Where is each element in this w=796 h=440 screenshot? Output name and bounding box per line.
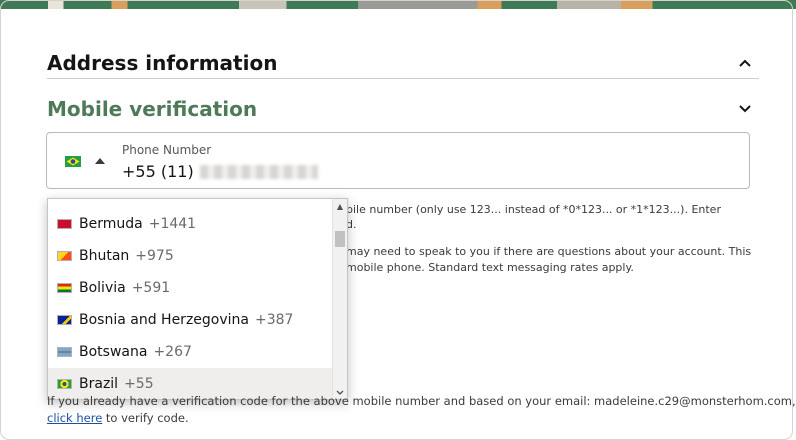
verification-notice-rest: to verify code. [102, 411, 189, 425]
brazil-flag-icon [65, 155, 81, 167]
help-text-line-1: bile number (only use 123... instead of … [346, 203, 721, 216]
mobile-section-header[interactable]: Mobile verification [47, 94, 759, 124]
country-option-bhutan[interactable]: Bhutan +975 [48, 240, 332, 272]
brazil-flag-icon [57, 379, 72, 389]
caret-up-icon [95, 158, 105, 164]
bolivia-flag-icon [57, 283, 72, 293]
chevron-down-icon[interactable] [731, 99, 759, 119]
chevron-up-icon[interactable] [731, 53, 759, 73]
click-here-link[interactable]: click here [47, 411, 102, 425]
country-option-bolivia[interactable]: Bolivia +591 [48, 272, 332, 304]
help-text-line-4: mobile phone. Standard text messaging ra… [346, 261, 634, 274]
address-section-title: Address information [47, 51, 278, 75]
phone-prefix: +55 (11) [122, 162, 194, 181]
bosnia-flag-icon [57, 315, 72, 325]
redacted-number [199, 164, 318, 179]
verification-notice-line-1: If you already have a verification code … [47, 394, 796, 408]
scroll-up-arrow-icon[interactable]: ▲ [333, 199, 347, 213]
phone-number-label: Phone Number [122, 143, 212, 157]
botswana-flag-icon [57, 347, 72, 357]
mobile-section-title: Mobile verification [47, 97, 258, 121]
country-option-bermuda[interactable]: Bermuda +1441 [48, 208, 332, 240]
dropdown-scrollbar[interactable]: ▲ [332, 199, 347, 399]
country-option-bosnia-and-herzegovina[interactable]: Bosnia and Herzegovina +387 [48, 304, 332, 336]
verification-notice-line-2: click here to verify code. [47, 410, 796, 427]
verification-code-notice: If you already have a verification code … [47, 393, 796, 427]
help-text-line-3: may need to speak to you if there are qu… [346, 245, 752, 258]
country-code-selector[interactable] [65, 151, 113, 171]
scrollbar-thumb[interactable] [335, 231, 345, 247]
phone-number-field[interactable]: Phone Number +55 (11) [46, 132, 750, 189]
address-section-header[interactable]: Address information [47, 48, 759, 79]
bhutan-flag-icon [57, 251, 72, 261]
phone-number-value[interactable]: +55 (11) [122, 162, 318, 181]
bermuda-flag-icon [57, 219, 72, 229]
country-code-dropdown[interactable]: Bermuda +1441 Bhutan +975 Bolivia +591 B… [47, 198, 348, 400]
country-option-botswana[interactable]: Botswana +267 [48, 336, 332, 368]
